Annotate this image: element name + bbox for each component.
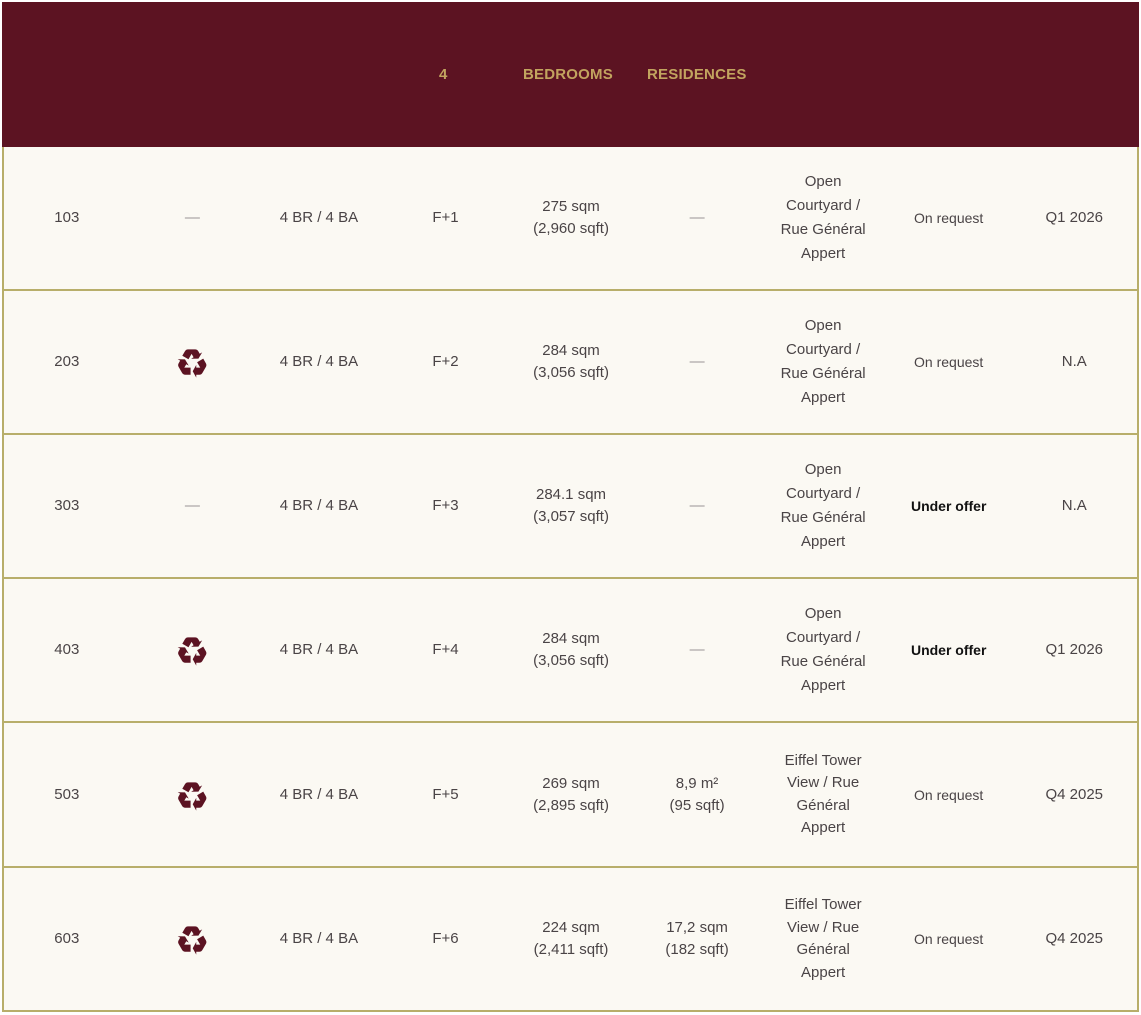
area: 224 sqm (2,411 sqft) — [533, 919, 609, 958]
unit-number: 603 — [54, 930, 80, 947]
feature-cell: — — [184, 209, 200, 226]
status-text: On request — [914, 931, 984, 947]
feature-cell — [130, 778, 256, 812]
unit-number: 303 — [54, 497, 80, 514]
outdoor-area: — — [689, 641, 705, 658]
feature-cell — [130, 345, 256, 379]
table-row[interactable]: 203 4 BR / 4 BA F+2 284 sqm (3,056 sqft) — Op… — [4, 289, 1137, 433]
delivery-date: Q1 2026 — [1045, 641, 1104, 658]
unit-number: 403 — [54, 641, 80, 658]
outdoor-area: — — [689, 209, 705, 226]
orientation: Open Courtyard / Rue Général Appert — [780, 461, 866, 550]
unit-number: 203 — [54, 353, 80, 370]
orientation: Open Courtyard / Rue Général Appert — [780, 173, 866, 262]
delivery-date: N.A — [1061, 353, 1087, 370]
unit-number: 503 — [54, 785, 80, 803]
outdoor-area: — — [689, 353, 705, 370]
layout: 4 BR / 4 BA — [279, 209, 359, 226]
delivery-date: N.A — [1061, 497, 1087, 514]
status-text: On request — [914, 210, 984, 226]
area: 284 sqm (3,056 sqft) — [533, 630, 609, 669]
orientation: Eiffel Tower View / Rue Général Appert — [784, 896, 862, 981]
recycle-icon — [175, 345, 209, 379]
feature-cell: — — [184, 497, 200, 514]
area: 275 sqm (2,960 sqft) — [533, 198, 609, 237]
floor: F+2 — [432, 353, 459, 370]
area: 269 sqm (2,895 sqft) — [533, 774, 609, 814]
table-row[interactable]: 603 4 BR / 4 BA F+6 224 sqm (2,411 sqft) 17,… — [4, 866, 1137, 1010]
residences-panel: 4 BEDROOMS RESIDENCES 103 — 4 BR / 4 BA F+1… — [2, 2, 1139, 1012]
residences-table: 103 — 4 BR / 4 BA F+1 275 sqm (2,960 sqft) — O… — [2, 147, 1139, 1012]
outdoor-area: 8,9 m² (95 sqft) — [669, 774, 725, 814]
unit-number: 103 — [54, 209, 80, 226]
orientation: Open Courtyard / Rue Général Appert — [780, 605, 866, 694]
orientation: Open Courtyard / Rue Général Appert — [780, 317, 866, 406]
floor: F+6 — [432, 930, 459, 947]
recycle-icon — [175, 922, 209, 956]
layout: 4 BR / 4 BA — [279, 497, 359, 514]
table-header: 4 BEDROOMS RESIDENCES — [2, 2, 1139, 147]
bedrooms-label: BEDROOMS — [523, 66, 613, 83]
feature-cell — [130, 922, 256, 956]
outdoor-area: — — [689, 497, 705, 514]
status-text: On request — [914, 786, 984, 803]
residences-label: RESIDENCES — [647, 66, 747, 83]
layout: 4 BR / 4 BA — [279, 930, 359, 947]
floor: F+3 — [432, 497, 459, 514]
area: 284.1 sqm (3,057 sqft) — [533, 486, 609, 525]
floor: F+1 — [432, 209, 459, 226]
recycle-icon — [175, 633, 209, 667]
table-row[interactable]: 103 — 4 BR / 4 BA F+1 275 sqm (2,960 sqft) — O… — [4, 147, 1137, 289]
floor: F+4 — [432, 641, 459, 658]
area: 284 sqm (3,056 sqft) — [533, 342, 609, 381]
layout: 4 BR / 4 BA — [279, 641, 359, 658]
feature-cell — [130, 633, 256, 667]
floor: F+5 — [432, 785, 459, 803]
outdoor-area: 17,2 sqm (182 sqft) — [665, 919, 729, 958]
table-row[interactable]: 403 4 BR / 4 BA F+4 284 sqm (3,056 sqft) — Op… — [4, 577, 1137, 721]
layout: 4 BR / 4 BA — [279, 353, 359, 370]
orientation: Eiffel Tower View / Rue Général Appert — [784, 751, 862, 837]
layout: 4 BR / 4 BA — [279, 785, 359, 803]
delivery-date: Q1 2026 — [1045, 209, 1104, 226]
table-row[interactable]: 503 4 BR / 4 BA F+5 269 sqm (2,895 sqft) 8,9… — [4, 721, 1137, 866]
bedroom-count: 4 — [439, 66, 448, 83]
status-text: Under offer — [910, 498, 987, 514]
delivery-date: Q4 2025 — [1045, 785, 1104, 803]
status-text: On request — [914, 354, 984, 370]
status-text: Under offer — [910, 642, 987, 658]
delivery-date: Q4 2025 — [1045, 930, 1104, 947]
table-row[interactable]: 303 — 4 BR / 4 BA F+3 284.1 sqm (3,057 sqft)… — [4, 433, 1137, 577]
recycle-icon — [175, 778, 209, 812]
